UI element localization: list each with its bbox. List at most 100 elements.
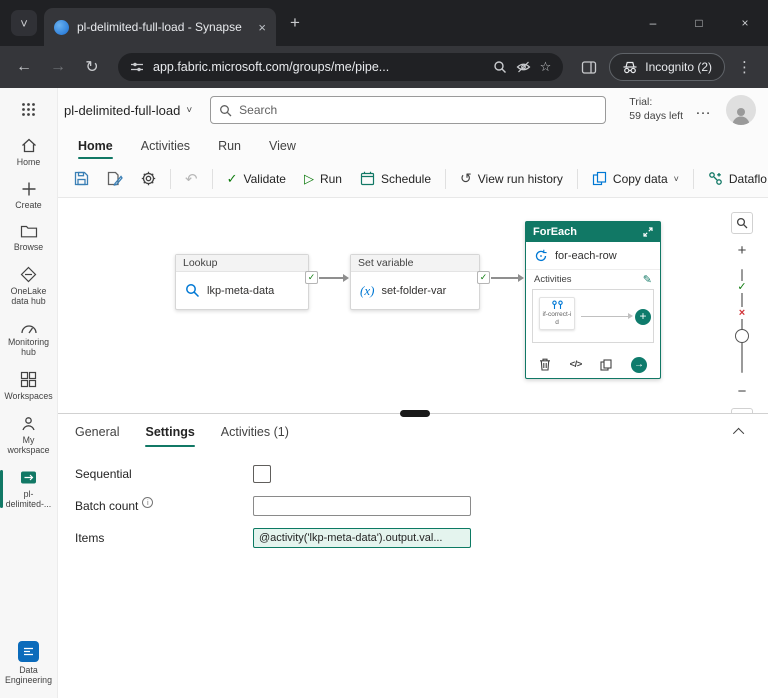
connector-arrow-icon — [628, 313, 633, 319]
copy-data-button[interactable]: Copy data ˅ — [584, 165, 687, 193]
tab-view[interactable]: View — [269, 132, 296, 160]
panel-tab-general[interactable]: General — [75, 425, 119, 439]
save-button[interactable] — [66, 165, 97, 193]
forward-button[interactable]: → — [44, 53, 72, 81]
tab-home[interactable]: Home — [78, 132, 113, 160]
tab-run[interactable]: Run — [218, 132, 241, 160]
view-run-history-button[interactable]: ↺ View run history — [452, 165, 571, 193]
window-close-button[interactable]: × — [722, 0, 768, 46]
browser-tab[interactable]: pl-delimited-full-load - Synapse × — [44, 8, 276, 46]
activity-lookup[interactable]: Lookup lkp-meta-data — [175, 254, 309, 310]
zoom-in-button[interactable]: + — [738, 243, 747, 258]
app-header: pl-delimited-full-load ˅ Trial: 59 days … — [58, 88, 768, 132]
more-options-button[interactable]: … — [695, 101, 712, 119]
sidebar-item-home[interactable]: Home — [0, 130, 57, 174]
pipeline-canvas[interactable]: Lookup lkp-meta-data ✓ Set variable (x) … — [58, 198, 768, 413]
canvas-search-button[interactable] — [731, 212, 753, 234]
tab-favicon-icon — [54, 19, 69, 35]
window-minimize-button[interactable]: – — [630, 0, 676, 46]
chevron-down-icon[interactable]: ˅ — [186, 105, 192, 116]
reload-button[interactable]: ↻ — [78, 53, 106, 81]
code-view-icon[interactable]: </> — [570, 359, 583, 370]
sequential-checkbox[interactable] — [253, 465, 271, 483]
trial-status: Trial: 59 days left — [629, 96, 683, 123]
tab-close-icon[interactable]: × — [258, 20, 266, 35]
eye-hidden-icon[interactable] — [516, 60, 531, 74]
batch-count-text: Batch count — [75, 499, 139, 513]
activity-foreach[interactable]: ForEach for-each-row Activities ✎ if-cor… — [525, 221, 661, 379]
delete-trash-icon[interactable] — [539, 358, 551, 371]
slider-thumb[interactable] — [735, 329, 749, 343]
expand-icon[interactable] — [643, 227, 653, 237]
sidebar-item-label: Browse — [13, 242, 44, 253]
foreach-inner-canvas[interactable]: if-correct-id + — [532, 289, 654, 343]
pipeline-title[interactable]: pl-delimited-full-load — [64, 103, 180, 118]
sidebar-item-my-workspace[interactable]: My workspace — [0, 408, 57, 462]
sidebar-item-workspaces[interactable]: Workspaces — [0, 364, 57, 408]
success-port[interactable]: ✓ — [477, 271, 490, 284]
add-activity-button[interactable]: + — [635, 309, 651, 325]
search-input[interactable] — [239, 103, 598, 117]
screen: ˅ pl-delimited-full-load - Synapse × + –… — [0, 0, 768, 698]
check-icon: ✓ — [479, 272, 488, 282]
activity-name: lkp-meta-data — [207, 284, 275, 297]
sidebar-item-browse[interactable]: Browse — [0, 217, 57, 259]
canvas-controls: + ✓ × − — [730, 212, 754, 413]
zoom-slider[interactable]: ✓ × — [731, 267, 753, 375]
panel-collapse-button[interactable] — [730, 422, 750, 442]
window-maximize-button[interactable]: □ — [676, 0, 722, 46]
save-icon — [74, 171, 89, 186]
validate-button[interactable]: ✓ Validate — [219, 165, 294, 193]
schedule-button[interactable]: Schedule — [352, 165, 439, 193]
bookmark-star-icon[interactable]: ☆ — [540, 59, 552, 75]
zoom-out-button[interactable]: − — [738, 384, 747, 399]
pipeline-icon — [19, 469, 38, 486]
app-launcher-button[interactable] — [0, 88, 57, 130]
panel-tab-settings[interactable]: Settings — [145, 425, 196, 447]
items-input[interactable] — [253, 528, 471, 548]
address-bar[interactable]: app.fabric.microsoft.com/groups/me/pipe.… — [118, 53, 564, 81]
side-panel-icon[interactable] — [575, 53, 603, 81]
dataflow-button[interactable]: Dataflo — [700, 165, 768, 193]
run-button[interactable]: ▷ Run — [296, 165, 350, 193]
window-controls: – □ × — [630, 0, 768, 46]
sidebar-item-data-engineering[interactable]: Data Engineering — [0, 634, 57, 692]
browser-menu-icon[interactable]: ⋮ — [731, 58, 758, 76]
incognito-spy-icon — [622, 60, 638, 74]
inner-activity-if-condition[interactable]: if-correct-id — [539, 297, 575, 330]
tab-search-button[interactable]: ˅ — [11, 10, 37, 36]
save-as-button[interactable] — [99, 165, 131, 193]
sidebar-item-pipeline[interactable]: pl-delimited-... — [0, 462, 57, 516]
site-settings-icon[interactable] — [130, 60, 144, 74]
ribbon-toolbar: ↶ ✓ Validate ▷ Run Schedule ↺ View run h… — [58, 160, 768, 198]
back-button[interactable]: ← — [10, 53, 38, 81]
activity-set-variable[interactable]: Set variable (x) set-folder-var — [350, 254, 480, 310]
separator — [692, 168, 694, 189]
sidebar-item-label: Workspaces — [4, 390, 53, 401]
undo-button[interactable]: ↶ — [177, 165, 206, 193]
panel-tab-activities[interactable]: Activities (1) — [221, 425, 289, 439]
clone-copy-icon[interactable] — [600, 358, 612, 371]
success-port[interactable]: ✓ — [305, 271, 318, 284]
calendar-icon — [360, 171, 375, 186]
connector-arrow-icon — [343, 274, 349, 282]
sidebar-item-create[interactable]: Create — [0, 174, 57, 217]
edit-pencil-icon[interactable]: ✎ — [643, 273, 652, 286]
batch-count-input[interactable] — [253, 496, 471, 516]
iterate-next-button[interactable]: → — [630, 356, 647, 373]
info-icon[interactable]: i — [142, 497, 154, 508]
incognito-badge[interactable]: Incognito (2) — [609, 53, 725, 81]
sidebar-item-onelake[interactable]: OneLake data hub — [0, 259, 57, 313]
chevron-down-icon: ˅ — [673, 173, 679, 184]
panel-resize-handle[interactable] — [400, 410, 430, 417]
user-avatar[interactable] — [726, 95, 756, 125]
global-search[interactable] — [210, 96, 607, 124]
zoom-icon[interactable] — [493, 60, 507, 74]
sidebar-item-monitoring[interactable]: Monitoring hub — [0, 314, 57, 364]
new-tab-button[interactable]: + — [290, 14, 300, 32]
panel-tab-bar: General Settings Activities (1) — [58, 414, 768, 450]
plus-icon: + — [639, 309, 647, 323]
separator — [170, 168, 171, 189]
tab-activities[interactable]: Activities — [141, 132, 190, 160]
settings-button[interactable] — [133, 165, 164, 193]
